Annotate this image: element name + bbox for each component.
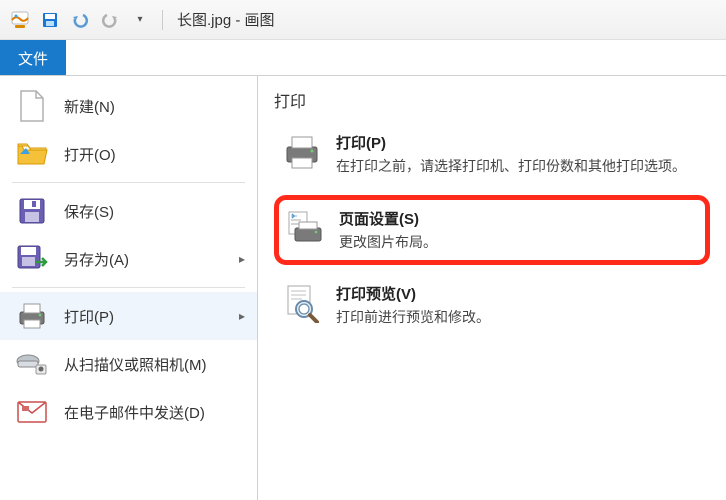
file-menu-left: 新建(N) 打开(O) 保存(S) 另存为(A) ▸	[0, 76, 258, 500]
option-print-desc: 在打印之前，请选择打印机、打印份数和其他打印选项。	[336, 157, 686, 177]
menu-scanner-label: 从扫描仪或照相机(M)	[64, 354, 207, 375]
option-print-text: 打印(P) 在打印之前，请选择打印机、打印份数和其他打印选项。	[336, 132, 686, 177]
menu-email[interactable]: 在电子邮件中发送(D)	[0, 388, 257, 436]
save-icon	[16, 195, 48, 227]
redo-qat-button[interactable]	[98, 8, 122, 32]
menu-separator	[12, 287, 245, 288]
save-qat-button[interactable]	[38, 8, 62, 32]
option-print-title: 打印(P)	[336, 132, 686, 153]
menu-separator	[12, 182, 245, 183]
saveas-icon	[16, 243, 48, 275]
chevron-right-icon: ▸	[239, 309, 245, 323]
tab-file[interactable]: 文件	[0, 40, 66, 75]
chevron-right-icon: ▸	[239, 252, 245, 266]
print-submenu-panel: 打印 打印(P) 在打印之前，请选择打印机、打印份数和其他打印选项。 页面设置(…	[258, 76, 726, 500]
filename-text: 长图.jpg	[177, 12, 231, 29]
title-bar: ▾ 长图.jpg - 画图	[0, 0, 726, 40]
qat-customize-button[interactable]: ▾	[128, 8, 152, 32]
menu-email-label: 在电子邮件中发送(D)	[64, 402, 205, 423]
page-setup-icon	[285, 208, 325, 248]
printer-icon	[16, 300, 48, 332]
ribbon-tabs: 文件	[0, 40, 726, 76]
option-pagesetup-title: 页面设置(S)	[339, 208, 437, 229]
print-preview-icon	[282, 283, 322, 323]
printer-icon	[282, 132, 322, 172]
open-folder-icon	[16, 138, 48, 170]
title-sep-text: -	[231, 12, 244, 29]
app-icon	[8, 8, 32, 32]
option-page-setup[interactable]: 页面设置(S) 更改图片布局。	[274, 195, 710, 266]
option-print-preview[interactable]: 打印预览(V) 打印前进行预览和修改。	[274, 273, 710, 338]
title-separator	[162, 10, 163, 30]
new-icon	[16, 90, 48, 122]
menu-new[interactable]: 新建(N)	[0, 82, 257, 130]
menu-new-label: 新建(N)	[64, 96, 115, 117]
menu-print-label: 打印(P)	[64, 306, 114, 327]
menu-saveas[interactable]: 另存为(A) ▸	[0, 235, 257, 283]
appname-text: 画图	[245, 12, 275, 29]
menu-open[interactable]: 打开(O)	[0, 130, 257, 178]
menu-save[interactable]: 保存(S)	[0, 187, 257, 235]
menu-print[interactable]: 打印(P) ▸	[0, 292, 257, 340]
option-pagesetup-desc: 更改图片布局。	[339, 233, 437, 253]
file-menu-body: 新建(N) 打开(O) 保存(S) 另存为(A) ▸	[0, 76, 726, 500]
undo-qat-button[interactable]	[68, 8, 92, 32]
scanner-camera-icon	[16, 348, 48, 380]
option-preview-text: 打印预览(V) 打印前进行预览和修改。	[336, 283, 490, 328]
menu-open-label: 打开(O)	[64, 144, 116, 165]
menu-scanner[interactable]: 从扫描仪或照相机(M)	[0, 340, 257, 388]
menu-save-label: 保存(S)	[64, 201, 114, 222]
menu-saveas-label: 另存为(A)	[64, 249, 129, 270]
panel-title: 打印	[274, 88, 710, 112]
email-icon	[16, 396, 48, 428]
print-options-list: 打印(P) 在打印之前，请选择打印机、打印份数和其他打印选项。 页面设置(S) …	[274, 122, 710, 338]
option-print[interactable]: 打印(P) 在打印之前，请选择打印机、打印份数和其他打印选项。	[274, 122, 710, 187]
option-pagesetup-text: 页面设置(S) 更改图片布局。	[339, 208, 437, 253]
option-preview-title: 打印预览(V)	[336, 283, 490, 304]
option-preview-desc: 打印前进行预览和修改。	[336, 308, 490, 328]
window-title: 长图.jpg - 画图	[177, 9, 275, 30]
